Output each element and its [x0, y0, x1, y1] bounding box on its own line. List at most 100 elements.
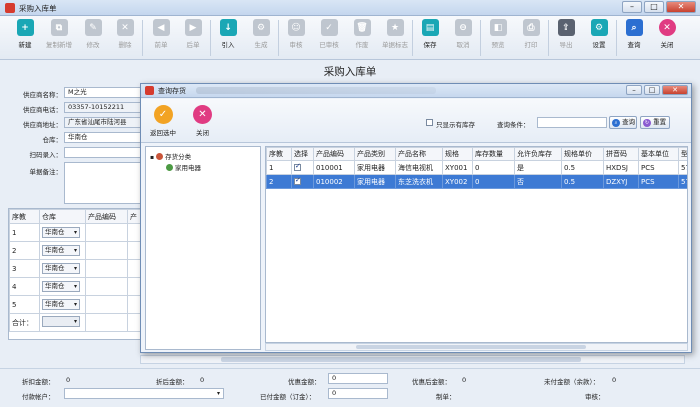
app-logo-icon [5, 3, 15, 13]
close-icon: ✕ [658, 19, 676, 36]
save-button[interactable]: ▤ 保存 [415, 18, 445, 58]
col-model: 型 [678, 147, 687, 161]
warehouse-select[interactable]: 华南仓 [64, 132, 142, 143]
discount-value: 0 [66, 376, 71, 384]
col-warehouse: 仓库 [39, 209, 86, 224]
next-doc-button[interactable]: ▶ 后单 [178, 18, 208, 58]
return-selected-button[interactable]: ✓ 返回选中 [150, 105, 176, 137]
table-row[interactable]: 2 华南仓 [9, 241, 143, 260]
doc-flag-button[interactable]: ★ 单据标志 [380, 18, 410, 58]
warehouse-dropdown[interactable]: 华南仓 [42, 299, 80, 310]
promo-field[interactable]: 0 [328, 373, 388, 384]
preview-button[interactable]: ◧ 预览 [483, 18, 513, 58]
arrow-left-icon: ◀ [152, 19, 170, 36]
row-select-checkbox[interactable] [294, 176, 301, 185]
unpaid-value: 0 [612, 376, 617, 384]
close-button[interactable]: ✕ 关闭 [652, 18, 682, 58]
query-condition-input[interactable] [537, 117, 607, 128]
maximize-button[interactable]: □ [644, 1, 664, 13]
audited-button[interactable]: ✓ 已审核 [314, 18, 344, 58]
supplier-label: 供应商名称： [23, 91, 62, 99]
address-field[interactable]: 广东省汕尾市陆河县 [64, 117, 142, 128]
table-row[interactable]: 1 华南仓 [9, 223, 143, 242]
query-button[interactable]: ⌕ 查询 [619, 18, 649, 58]
total-dropdown [42, 316, 80, 327]
col-unit-price: 规格单价 [561, 147, 604, 161]
cancel-icon: ⊖ [454, 19, 472, 36]
paid-label: 已付金额（订金）： [260, 393, 316, 401]
col-allow-negative: 允许负库存 [514, 147, 562, 161]
phone-field[interactable]: 03357-10152211 [64, 102, 142, 113]
dialog-maximize-button[interactable]: □ [644, 85, 660, 95]
category-icon [156, 153, 164, 160]
new-button[interactable]: + 新建 [10, 18, 40, 58]
minimize-button[interactable]: – [622, 1, 642, 13]
table-row-selected[interactable]: 2 010002 家用电器 东芝洗衣机 XY002 0 否 0.5 DZXYJ … [266, 174, 687, 189]
col-product-code: 产品编码 [313, 147, 355, 161]
audit-button[interactable]: ☺ 审核 [281, 18, 311, 58]
import-button[interactable]: ↓ 引入 [213, 18, 243, 58]
reset-button[interactable]: ↻ 重置 [640, 116, 670, 129]
col-product-code: 产品编码 [85, 209, 128, 224]
dialog-horizontal-scrollbar[interactable] [265, 343, 688, 351]
table-row[interactable]: 3 华南仓 [9, 259, 143, 278]
settings-button[interactable]: ⚙ 设置 [584, 18, 614, 58]
prev-doc-button[interactable]: ◀ 前单 [146, 18, 176, 58]
col-pinyin: 拼音码 [603, 147, 639, 161]
star-icon: ★ [386, 19, 404, 36]
after-discount-value: 0 [200, 376, 205, 384]
remarks-field[interactable] [64, 162, 142, 204]
row-select-checkbox[interactable] [294, 162, 301, 171]
edit-button[interactable]: ✎ 修改 [78, 18, 108, 58]
void-button[interactable]: 🗑 作废 [347, 18, 377, 58]
copy-new-button[interactable]: ⧉ 复制新增 [44, 18, 74, 58]
dialog-minimize-button[interactable]: – [626, 85, 642, 95]
after-promo-label: 优惠后金额： [412, 378, 451, 386]
dialog-logo-icon [145, 86, 154, 95]
scanner-input[interactable] [64, 147, 142, 158]
close-window-button[interactable]: ✕ [666, 1, 696, 13]
arrow-right-icon: ▶ [184, 19, 202, 36]
discount-label: 折扣金额： [22, 378, 55, 386]
cancel-button[interactable]: ⊖ 取消 [448, 18, 478, 58]
show-stock-checkbox[interactable] [426, 119, 433, 126]
generate-button[interactable]: ⚙ 生成 [246, 18, 276, 58]
warehouse-dropdown[interactable]: 华南仓 [42, 263, 80, 274]
blurred-title-text [196, 87, 436, 94]
footer-panel: 折扣金额： 0 折后金额： 0 优惠金额： 0 优惠后金额： 0 未付金额（余款… [0, 368, 700, 407]
show-stock-label: 只显示有库存 [436, 121, 475, 129]
dialog-title-bar: 查询存货 – □ ✕ [141, 84, 691, 98]
export-button[interactable]: ⇪ 导出 [551, 18, 581, 58]
col-base-unit: 基本单位 [638, 147, 679, 161]
unpaid-label: 未付金额（余款）： [544, 378, 600, 386]
main-horizontal-scrollbar[interactable] [140, 355, 685, 364]
promo-label: 优惠金额： [288, 378, 321, 386]
dialog-close-window-button[interactable]: ✕ [662, 85, 688, 95]
copy-icon: ⧉ [50, 19, 68, 36]
supplier-field[interactable]: M之光 [64, 87, 142, 98]
col-index: 序教 [266, 147, 292, 161]
warehouse-dropdown[interactable]: 华南仓 [42, 245, 80, 256]
warehouse-dropdown[interactable]: 华南仓 [42, 281, 80, 292]
query-stock-dialog: 查询存货 – □ ✕ ✓ 返回选中 ✕ 关闭 只显示有库存 查询条件： ⌕ 查询… [140, 83, 692, 353]
gear-icon: ⚙ [590, 19, 608, 36]
table-row[interactable]: 4 华南仓 [9, 277, 143, 296]
search-icon: ⌕ [625, 19, 643, 36]
col-category: 产品类别 [354, 147, 396, 161]
tree-root[interactable]: ▪ 存货分类 [150, 151, 191, 161]
page-title: 采购入库单 [323, 66, 377, 78]
table-row[interactable]: 1 010001 家用电器 海信电视机 XY001 0 是 0.5 HXDSJ … [266, 160, 687, 175]
print-button[interactable]: ⎙ 打印 [516, 18, 546, 58]
reset-icon: ↻ [643, 119, 651, 127]
account-select[interactable]: ▾ [64, 388, 224, 399]
query-condition-label: 查询条件： [497, 121, 530, 129]
dialog-close-button[interactable]: ✕ 关闭 [193, 105, 212, 137]
delete-button[interactable]: ✕ 删除 [110, 18, 140, 58]
paid-field[interactable]: 0 [328, 388, 388, 399]
table-row[interactable]: 5 华南仓 [9, 295, 143, 314]
warehouse-dropdown[interactable]: 华南仓 [42, 227, 80, 238]
delete-icon: ✕ [116, 19, 134, 36]
search-button[interactable]: ⌕ 查询 [609, 116, 637, 129]
tree-child[interactable]: 家用电器 [166, 162, 201, 172]
title-bar: 采购入库单 – □ ✕ [0, 0, 700, 16]
